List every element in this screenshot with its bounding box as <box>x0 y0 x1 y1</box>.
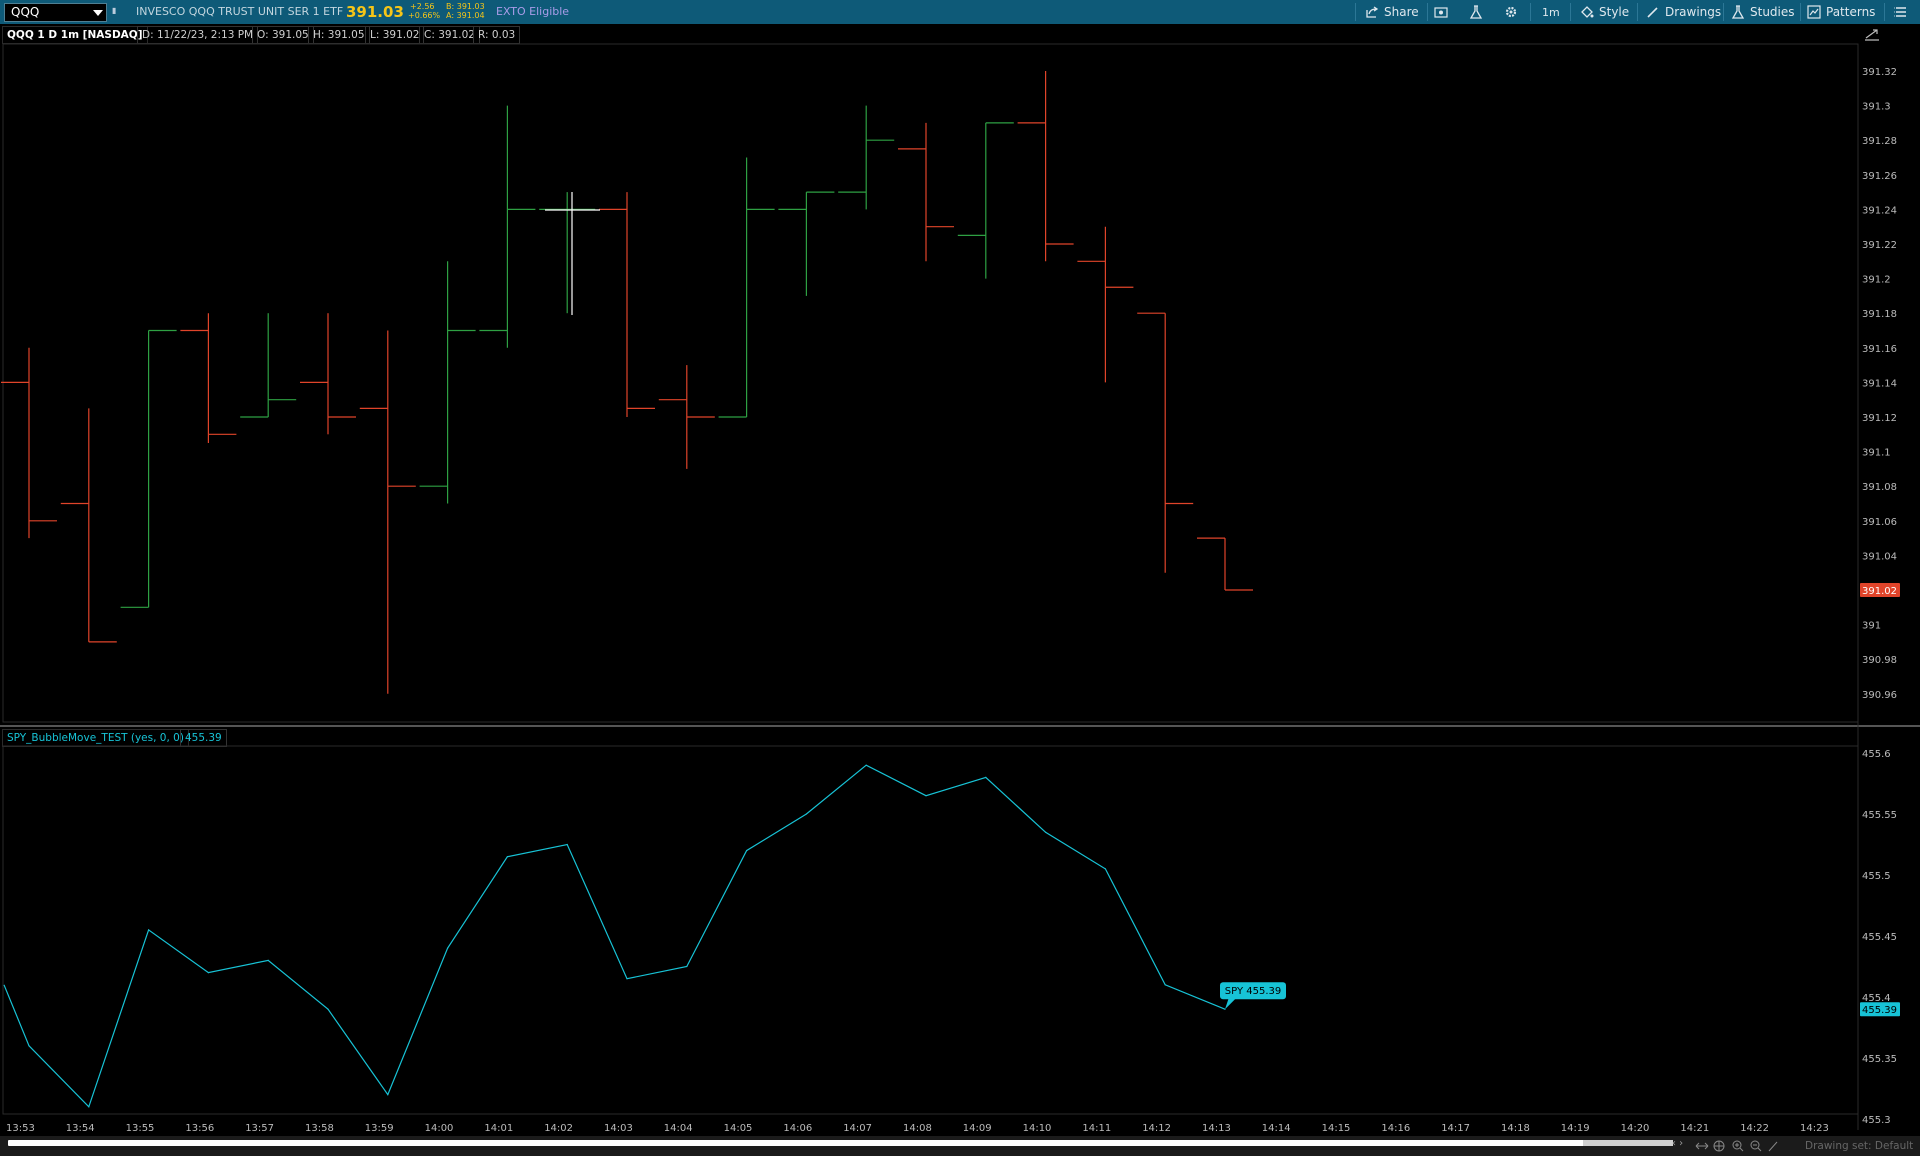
spy-point-14:05 <box>746 850 748 852</box>
spy-point-14:03 <box>626 978 628 980</box>
time-axis-tick: 13:56 <box>185 1123 214 1134</box>
time-axis-tick: 14:15 <box>1322 1123 1351 1134</box>
last-price-tag-label: 391.02 <box>1862 586 1897 597</box>
time-axis-tick: 14:19 <box>1561 1123 1590 1134</box>
spy-bubble-label: SPY 455.39 <box>1225 986 1281 997</box>
time-axis-tick: 14:07 <box>843 1123 872 1134</box>
price-axis-tick: 391.06 <box>1862 517 1897 528</box>
drawing-set-label: Drawing set: Default <box>1805 1140 1914 1152</box>
spy-point-14:04 <box>686 965 688 968</box>
spy-point-14:09 <box>985 776 987 779</box>
price-panel-frame <box>2 43 1859 723</box>
study-axis-tick: 455.35 <box>1862 1054 1897 1065</box>
time-axis-tick: 14:14 <box>1262 1123 1291 1134</box>
zoom-controls[interactable] <box>1694 1139 1804 1153</box>
time-axis-tick: 14:12 <box>1142 1123 1171 1134</box>
chart-area[interactable]: 391.32 391.3 391.28 391.26 391.24 391.22 391.2… <box>0 0 1920 1136</box>
spy-point-13:56 <box>207 972 209 974</box>
price-axis-tick: 391.04 <box>1862 551 1897 562</box>
price-axis-tick: 390.98 <box>1862 655 1897 666</box>
time-axis-tick: 13:58 <box>305 1123 334 1134</box>
bottom-bar: ‹ › Drawing set: Default <box>0 1136 1920 1156</box>
time-axis-tick: 13:54 <box>66 1123 95 1134</box>
price-axis-tick: 391.14 <box>1862 378 1897 389</box>
time-axis-tick: 13:55 <box>126 1123 155 1134</box>
horizontal-scrollbar[interactable] <box>8 1140 1673 1146</box>
time-axis-tick: 14:18 <box>1501 1123 1530 1134</box>
study-axis-tick: 455.45 <box>1862 932 1897 943</box>
study-axis-tick: 455.5 <box>1862 871 1891 882</box>
time-axis-tick: 14:04 <box>664 1123 693 1134</box>
price-axis-tick: 391.3 <box>1862 102 1891 113</box>
time-axis-tick: 14:20 <box>1621 1123 1650 1134</box>
price-axis-tick: 391.22 <box>1862 240 1897 251</box>
time-axis-tick: 14:08 <box>903 1123 932 1134</box>
study-axis-tick: 455.6 <box>1862 749 1891 760</box>
price-axis-tick: 390.96 <box>1862 690 1897 701</box>
time-axis-tick: 14:13 <box>1202 1123 1231 1134</box>
study-axis-tick: 455.3 <box>1862 1115 1891 1126</box>
price-axis-tick: 391.28 <box>1862 136 1897 147</box>
spy-point-14:11 <box>1104 868 1106 870</box>
time-axis-tick: 13:53 <box>6 1123 35 1134</box>
spy-point-14:08 <box>925 795 927 797</box>
spy-point-14:00 <box>447 947 449 949</box>
spy-point-14:10 <box>1045 831 1047 833</box>
study-value-tag-label: 455.39 <box>1862 1005 1897 1016</box>
time-axis-tick: 14:22 <box>1740 1123 1769 1134</box>
time-axis-tick: 14:01 <box>484 1123 513 1134</box>
price-axis-tick: 391.26 <box>1862 171 1897 182</box>
price-axis-tick: 391.18 <box>1862 309 1897 320</box>
spy-point-14:06 <box>805 813 808 815</box>
spy-point-13:58 <box>327 1008 329 1010</box>
time-axis-tick: 14:23 <box>1800 1123 1829 1134</box>
time-axis-tick: 14:11 <box>1082 1123 1111 1134</box>
time-axis-tick: 14:05 <box>724 1123 753 1134</box>
price-axis-tick: 391.32 <box>1862 67 1897 78</box>
price-axis-tick: 391.2 <box>1862 275 1891 286</box>
price-axis-tick: 391 <box>1862 621 1881 632</box>
study-panel-frame <box>2 745 1859 1115</box>
spy-point-14:12 <box>1164 984 1166 986</box>
spy-point-13:53 <box>28 1045 30 1047</box>
spy-point-13:54 <box>88 1106 90 1108</box>
time-axis-tick: 14:21 <box>1680 1123 1709 1134</box>
time-axis-tick: 14:09 <box>963 1123 992 1134</box>
time-axis-tick: 14:10 <box>1023 1123 1052 1134</box>
scrollbar-thumb[interactable] <box>1583 1140 1673 1146</box>
spy-study-line <box>3 764 1226 1108</box>
spy-point-14:02 <box>566 843 568 846</box>
scroll-right-icon[interactable]: ‹ › <box>1672 1138 1683 1149</box>
time-axis-tick: 14:03 <box>604 1123 633 1134</box>
spy-point-14:07 <box>865 764 867 766</box>
time-axis-tick: 14:17 <box>1441 1123 1470 1134</box>
study-axis-tick: 455.55 <box>1862 810 1897 821</box>
price-axis-tick: 391.08 <box>1862 482 1897 493</box>
time-axis-tick: 14:06 <box>783 1123 812 1134</box>
time-axis-tick: 14:02 <box>544 1123 573 1134</box>
price-axis-tick: 391.1 <box>1862 448 1891 459</box>
price-axis-tick: 391.12 <box>1862 413 1897 424</box>
price-axis-tick: 391.24 <box>1862 205 1897 216</box>
time-axis-tick: 14:00 <box>425 1123 454 1134</box>
spy-point-14:01 <box>506 856 508 858</box>
price-axis-tick: 391.16 <box>1862 344 1897 355</box>
spy-point-13:55 <box>148 929 150 931</box>
spy-point-13:57 <box>267 959 269 962</box>
time-axis-tick: 13:57 <box>245 1123 274 1134</box>
time-axis-tick: 13:59 <box>365 1123 394 1134</box>
spy-point-13:59 <box>387 1094 389 1096</box>
time-axis-tick: 14:16 <box>1381 1123 1410 1134</box>
